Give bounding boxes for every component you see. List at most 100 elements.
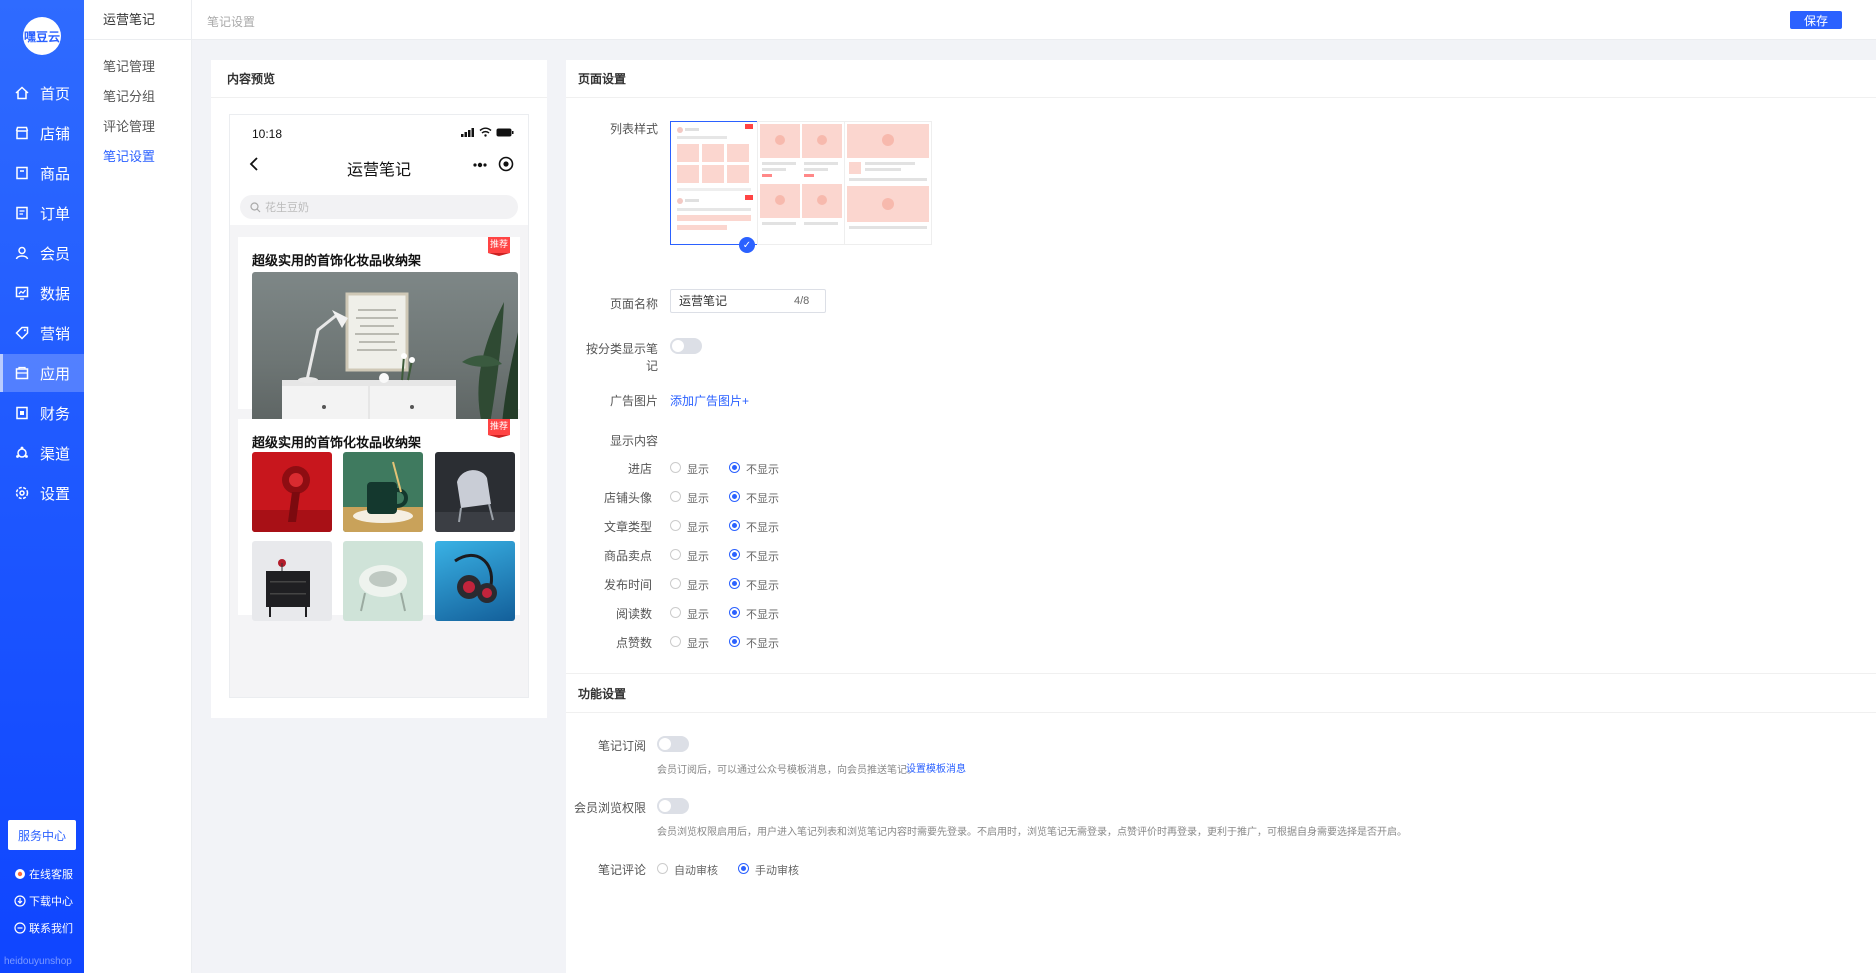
download-center-link[interactable]: 下载中心: [14, 893, 73, 909]
template-message-link[interactable]: 设置模板消息: [906, 760, 966, 775]
radio-show[interactable]: [670, 607, 681, 618]
note-subscribe-toggle[interactable]: [657, 736, 689, 752]
nav-item-order[interactable]: 订单: [0, 194, 84, 232]
product-image-device: [343, 541, 423, 621]
list-style-option-grid[interactable]: [670, 121, 758, 245]
radio-show-label: 显示: [687, 609, 709, 621]
radio-show-label: 显示: [687, 551, 709, 563]
grid-layout-thumbnail: [677, 124, 753, 230]
category-display-toggle[interactable]: [670, 338, 702, 354]
nav-footer-text: heidouyunshop: [4, 956, 72, 967]
status-icons: [461, 127, 514, 137]
note-title: 超级实用的首饰化妆品收纳架: [252, 253, 422, 268]
service-icon: [14, 868, 26, 880]
nav-item-goods[interactable]: 商品: [0, 154, 84, 192]
radio-show[interactable]: [670, 462, 681, 473]
note-card[interactable]: 超级实用的首饰化妆品收纳架 推荐: [238, 237, 520, 424]
page-name-count: 4/8: [794, 295, 810, 307]
radio-show-label: 显示: [687, 493, 709, 505]
nav-item-settings[interactable]: 设置: [0, 474, 84, 512]
list-style-option-single[interactable]: [844, 121, 932, 245]
nav-item-home[interactable]: 首页: [0, 74, 84, 112]
subnav-item-note-group[interactable]: 笔记分组: [103, 86, 155, 105]
radio-show[interactable]: [670, 636, 681, 647]
display-row-enter-store: 进店 显示 不显示: [566, 460, 866, 476]
nav-label: 设置: [40, 485, 71, 503]
radio-show-label: 显示: [687, 464, 709, 476]
radio-hide[interactable]: [729, 636, 740, 647]
page-settings-title: 页面设置: [566, 60, 1876, 98]
nav-label: 数据: [40, 285, 71, 303]
preview-title: 内容预览: [211, 60, 547, 98]
function-settings-title: 功能设置: [566, 675, 1876, 713]
order-icon: [14, 205, 30, 221]
section-divider: [566, 673, 1876, 674]
radio-hide[interactable]: [729, 491, 740, 502]
mug-illustration: [343, 461, 423, 532]
settings-panel: 页面设置 列表样式 ✓ 页面名称 运营笔记 4/8 按分类显示笔记 广告图片 添…: [566, 60, 1876, 973]
phone-search-bar[interactable]: 花生豆奶: [240, 195, 518, 219]
product-image-mug: [343, 452, 423, 532]
nav-item-channel[interactable]: 渠道: [0, 434, 84, 472]
radio-hide[interactable]: [729, 549, 740, 560]
online-service-link[interactable]: 在线客服: [14, 866, 73, 882]
display-row-label: 文章类型: [603, 520, 652, 534]
brand-logo[interactable]: 嘿豆云: [23, 17, 61, 55]
nav-label: 营销: [40, 325, 71, 343]
selected-check-icon: ✓: [739, 237, 755, 253]
chat-icon: [14, 922, 26, 934]
main-nav: 嘿豆云 首页 店铺 商品 订单 会员 数据 营销 应用 财务 渠道 设置 服务中…: [0, 0, 84, 973]
display-row-store-avatar: 店铺头像 显示 不显示: [566, 489, 866, 505]
radio-show-label: 显示: [687, 638, 709, 650]
add-ad-image-link[interactable]: 添加广告图片+: [670, 392, 749, 409]
contact-us-label: 联系我们: [29, 923, 73, 935]
signal-icon: [461, 127, 474, 137]
product-image-cabinet: [252, 541, 332, 621]
radio-hide[interactable]: [729, 520, 740, 531]
product-image-chair: [435, 452, 515, 532]
radio-show[interactable]: [670, 549, 681, 560]
radio-hide[interactable]: [729, 607, 740, 618]
category-toggle-label: 按分类显示笔记: [585, 342, 658, 373]
subnav-item-note-manage[interactable]: 笔记管理: [103, 56, 155, 75]
nav-item-member[interactable]: 会员: [0, 234, 84, 272]
nav-item-app[interactable]: 应用: [0, 354, 84, 392]
more-icon[interactable]: [472, 157, 488, 173]
close-circle-icon[interactable]: [498, 156, 514, 172]
nav-item-store[interactable]: 店铺: [0, 114, 84, 152]
finance-icon: [14, 405, 30, 421]
subnav-item-note-settings[interactable]: 笔记设置: [103, 146, 155, 165]
store-icon: [14, 125, 30, 141]
member-permission-toggle[interactable]: [657, 798, 689, 814]
subnav-item-comment-manage[interactable]: 评论管理: [103, 116, 155, 135]
contact-us-link[interactable]: 联系我们: [14, 920, 73, 936]
display-row-label: 进店: [627, 462, 652, 476]
nav-label: 财务: [40, 405, 71, 423]
note-card[interactable]: 超级实用的首饰化妆品收纳架 推荐: [238, 419, 520, 621]
list-style-option-double[interactable]: [757, 121, 845, 245]
nav-label: 店铺: [40, 125, 71, 143]
nav-item-marketing[interactable]: 营销: [0, 314, 84, 352]
nav-item-finance[interactable]: 财务: [0, 394, 84, 432]
save-button[interactable]: 保存: [1790, 11, 1842, 29]
radio-hide[interactable]: [729, 578, 740, 589]
radio-show[interactable]: [670, 578, 681, 589]
radio-manual-review[interactable]: [738, 863, 749, 874]
radio-hide-label: 不显示: [746, 464, 779, 476]
radio-show[interactable]: [670, 491, 681, 502]
radio-auto-review[interactable]: [657, 863, 668, 874]
display-row-like-count: 点赞数 显示 不显示: [566, 634, 866, 650]
app-icon: [14, 365, 30, 381]
display-row-article-type: 文章类型 显示 不显示: [566, 518, 866, 534]
hairdryer-illustration: [252, 466, 332, 532]
auto-review-label: 自动审核: [674, 865, 718, 877]
channel-icon: [14, 445, 30, 461]
radio-show[interactable]: [670, 520, 681, 531]
display-row-label: 发布时间: [603, 578, 652, 592]
service-center-button[interactable]: 服务中心: [8, 820, 76, 850]
display-row-read-count: 阅读数 显示 不显示: [566, 605, 866, 621]
nav-item-data[interactable]: 数据: [0, 274, 84, 312]
radio-hide[interactable]: [729, 462, 740, 473]
note-comment-label: 笔记评论: [597, 863, 646, 877]
product-image-earphones: [435, 541, 515, 621]
